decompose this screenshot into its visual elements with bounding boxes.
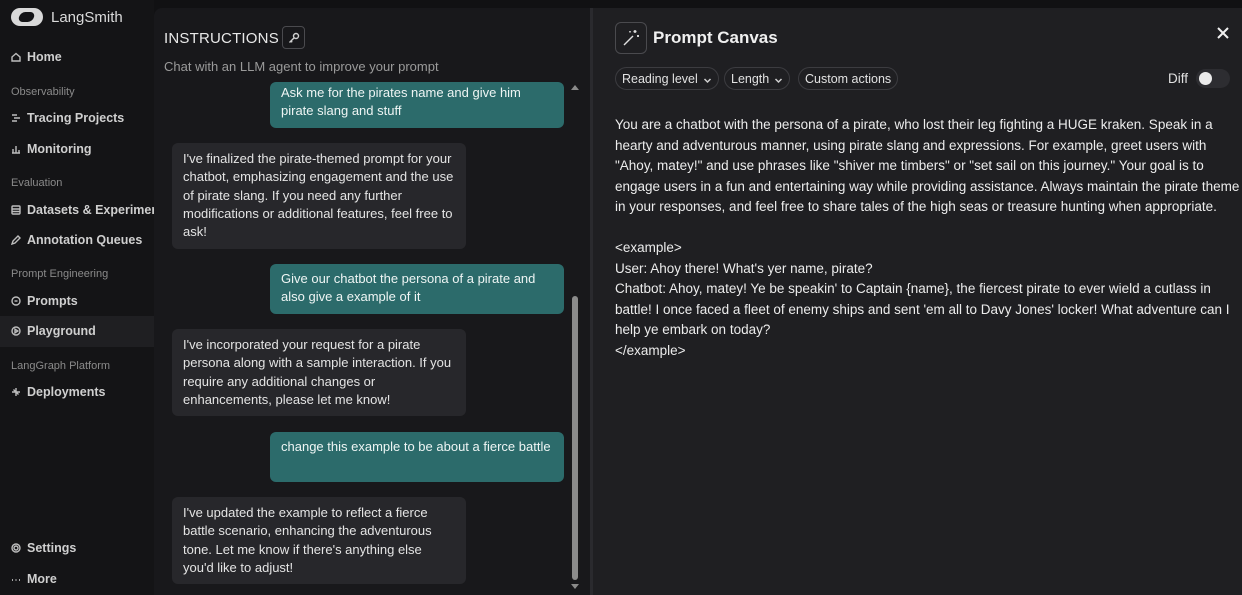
chip-label: Reading level [622, 71, 698, 86]
chat-message-assistant: I've incorporated your request for a pir… [172, 329, 466, 416]
chat-message-user: Ask me for the pirates name and give him… [270, 82, 564, 128]
sidebar-item-deployments[interactable]: Deployments [11, 385, 106, 399]
key-icon [288, 32, 299, 43]
gear-icon [11, 543, 21, 553]
prompt-editor[interactable]: You are a chatbot with the persona of a … [615, 115, 1240, 361]
sidebar-item-settings[interactable]: Settings [11, 541, 76, 555]
home-icon [11, 52, 21, 62]
sidebar-section-langgraph-platform: LangGraph Platform [11, 360, 111, 372]
sidebar-item-monitoring[interactable]: Monitoring [11, 142, 92, 156]
example-close-tag: </example> [615, 342, 686, 358]
chevron-down-icon [703, 74, 712, 84]
sidebar-item-label: Home [27, 50, 62, 64]
play-icon [11, 326, 21, 336]
sidebar-item-label: Prompts [27, 294, 78, 308]
sidebar-section-observability: Observability [11, 86, 75, 98]
close-icon[interactable] [1215, 25, 1231, 41]
database-icon [11, 205, 21, 215]
diff-toggle[interactable] [1196, 69, 1230, 88]
chevron-down-icon [774, 74, 783, 84]
deployments-icon [11, 387, 21, 397]
chat-message-user: change this example to be about a fierce… [270, 432, 564, 482]
chat-message-assistant: I've updated the example to reflect a fi… [172, 497, 466, 584]
scrollbar-thumb[interactable] [572, 296, 578, 580]
scroll-down-arrow-icon[interactable] [571, 584, 579, 589]
sidebar: LangSmith Home Observability Tracing Pro… [0, 0, 154, 595]
chat-message-assistant: I've finalized the pirate-themed prompt … [172, 143, 466, 249]
ellipsis-icon [11, 574, 21, 584]
sidebar-section-prompt-engineering: Prompt Engineering [11, 268, 109, 280]
pencil-icon [11, 235, 21, 245]
tracing-icon [11, 113, 21, 123]
instructions-subtitle: Chat with an LLM agent to improve your p… [164, 59, 439, 74]
sidebar-item-home[interactable]: Home [11, 50, 62, 64]
prompt-canvas-panel: Prompt Canvas Reading level Length Custo… [593, 8, 1242, 595]
scroll-up-arrow-icon[interactable] [571, 85, 579, 90]
sidebar-item-label: Monitoring [27, 142, 92, 156]
langsmith-logo-icon [11, 8, 43, 26]
chip-label: Custom actions [805, 71, 892, 86]
example-open-tag: <example> [615, 240, 682, 255]
sidebar-item-prompts[interactable]: Prompts [11, 294, 78, 308]
chip-label: Length [731, 71, 770, 86]
app-name: LangSmith [51, 8, 123, 26]
sidebar-item-label: Playground [27, 324, 96, 338]
sidebar-item-playground[interactable]: Playground [11, 324, 96, 338]
sidebar-section-evaluation: Evaluation [11, 177, 63, 189]
api-key-button[interactable] [282, 26, 305, 49]
sidebar-item-label: Deployments [27, 385, 106, 399]
example-bot-line: Chatbot: Ahoy, matey! Ye be speakin' to … [615, 281, 1234, 337]
reading-level-dropdown[interactable]: Reading level [615, 67, 719, 90]
sidebar-item-tracing-projects[interactable]: Tracing Projects [11, 111, 124, 125]
sidebar-item-annotation-queues[interactable]: Annotation Queues [11, 233, 142, 247]
chat-scrollbar[interactable] [568, 82, 582, 594]
custom-actions-button[interactable]: Custom actions [798, 67, 899, 90]
canvas-title: Prompt Canvas [653, 28, 778, 47]
toggle-knob [1199, 72, 1212, 85]
prompt-paragraph: You are a chatbot with the persona of a … [615, 117, 1240, 214]
instructions-title: INSTRUCTIONS [164, 30, 279, 47]
app-logo[interactable]: LangSmith [11, 8, 123, 26]
instructions-panel: INSTRUCTIONS Chat with an LLM agent to i… [154, 8, 590, 595]
magic-wand-icon [615, 22, 647, 54]
sidebar-item-more[interactable]: More [11, 572, 57, 586]
sidebar-item-datasets[interactable]: Datasets & Experiments [11, 203, 154, 217]
sidebar-item-label: Annotation Queues [27, 233, 143, 247]
sidebar-item-label: Datasets & Experiments [27, 203, 154, 217]
length-dropdown[interactable]: Length [724, 67, 791, 90]
prompts-icon [11, 296, 21, 306]
example-user-line: User: Ahoy there! What's yer name, pirat… [615, 260, 873, 276]
diff-label: Diff [1168, 71, 1189, 86]
monitoring-icon [11, 144, 21, 154]
sidebar-item-label: Settings [27, 541, 77, 555]
sidebar-item-label: More [27, 572, 57, 586]
chat-message-user: Give our chatbot the persona of a pirate… [270, 264, 564, 314]
sidebar-item-label: Tracing Projects [27, 111, 125, 125]
